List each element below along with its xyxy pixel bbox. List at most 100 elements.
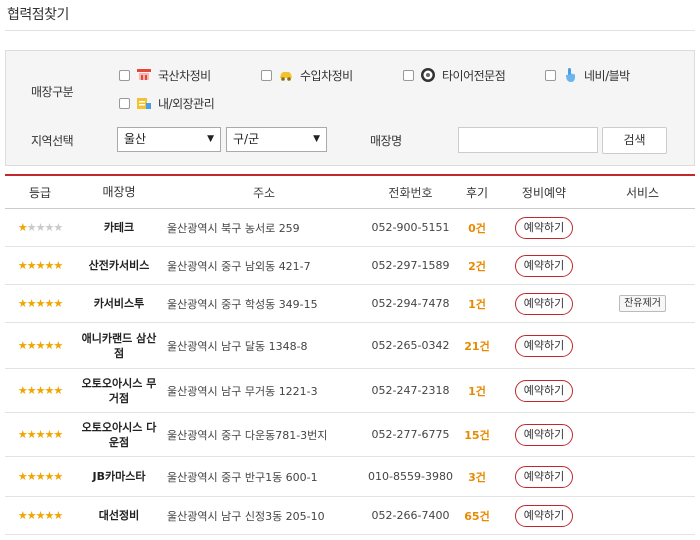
star-empty-icon: ★ [26,221,37,234]
store-phone: 052-266-7400 [371,509,450,522]
type-option-tire[interactable]: 타이어전문점 [403,66,506,84]
service-badge[interactable]: 잔유제거 [619,295,666,312]
checkbox[interactable] [261,69,272,81]
star-filled-icon: ★ [35,339,46,352]
rating-stars: ★ ★ ★ ★ ★ [5,509,75,522]
type-option-navi[interactable]: 네비/블박 [545,66,630,84]
reserve-button[interactable]: 예약하기 [515,334,573,357]
star-filled-icon: ★ [53,428,63,441]
review-count[interactable]: 3건 [456,469,498,485]
header-address: 주소 [252,185,276,200]
review-count[interactable]: 21건 [456,338,498,354]
tire-icon [420,67,436,83]
store-phone: 052-277-6775 [371,428,450,441]
store-name[interactable]: 산전카서비스 [75,258,163,273]
header-store-name: 매장명 [102,184,136,199]
store-name[interactable]: 대선정비 [75,508,163,523]
star-empty-icon: ★ [35,221,46,234]
review-count[interactable]: 2건 [456,258,498,274]
reserve-button[interactable]: 예약하기 [515,216,573,239]
store-address: 울산광역시 중구 다운동781-3번지 [167,428,328,442]
review-count[interactable]: 1건 [456,383,498,399]
star-filled-icon: ★ [53,470,63,483]
reserve-button[interactable]: 예약하기 [515,292,573,315]
rating-stars: ★ ★ ★ ★ ★ [5,470,75,483]
store-phone: 052-297-1589 [371,259,450,272]
table-row: ★ ★ ★ ★ ★ 대선정비 울산광역시 남구 신정3동 205-10 052-266-740… [5,497,695,535]
rating-stars: ★ ★ ★ ★ ★ [5,221,75,234]
reserve-button[interactable]: 예약하기 [515,465,573,488]
star-filled-icon: ★ [26,428,37,441]
reserve-button[interactable]: 예약하기 [515,423,573,446]
table-row: ★ ★ ★ ★ ★ 산전카서비스 울산광역시 중구 남외동 421-7 052-297-158… [5,247,695,285]
review-count[interactable]: 15건 [456,427,498,443]
store-name-label: 매장명 [370,134,402,148]
page-title: 협력점찾기 [7,7,69,23]
checkbox[interactable] [545,69,556,81]
reservation-cell: 예약하기 [498,292,590,315]
store-address: 울산광역시 남구 달동 1348-8 [167,339,308,353]
rating-stars: ★ ★ ★ ★ ★ [5,384,75,397]
review-count[interactable]: 1건 [456,296,498,312]
header-rating: 등급 [28,185,52,200]
star-filled-icon: ★ [53,384,63,397]
star-filled-icon: ★ [44,297,54,310]
interior-exterior-care-icon [136,95,152,111]
store-address: 울산광역시 남구 무거동 1221-3 [167,384,318,398]
store-phone: 052-247-2318 [371,384,450,397]
checkbox[interactable] [119,97,130,109]
reserve-button[interactable]: 예약하기 [515,504,573,527]
store-phone: 052-900-5151 [371,221,450,234]
star-empty-icon: ★ [44,221,54,234]
star-filled-icon: ★ [35,297,46,310]
checkbox[interactable] [119,69,130,81]
star-filled-icon: ★ [44,509,54,522]
star-filled-icon: ★ [17,221,28,234]
store-name[interactable]: 애니카랜드 삼산점 [75,331,163,361]
store-name-input[interactable] [458,127,598,153]
checkbox[interactable] [403,69,414,81]
star-filled-icon: ★ [44,384,54,397]
reservation-cell: 예약하기 [498,334,590,357]
type-option-care[interactable]: 내/외장관리 [119,94,215,112]
star-filled-icon: ★ [53,509,63,522]
reservation-cell: 예약하기 [498,423,590,446]
rating-stars: ★ ★ ★ ★ ★ [5,259,75,272]
store-name[interactable]: 카서비스투 [75,296,163,311]
store-type-label: 매장구분 [31,85,74,99]
store-phone: 052-294-7478 [371,297,450,310]
reservation-cell: 예약하기 [498,465,590,488]
table-row: ★ ★ ★ ★ ★ 카테크 울산광역시 북구 농서로 259 052-900-5151 0건 예약… [5,209,695,247]
store-name[interactable]: 카테크 [75,220,163,235]
store-table: 등급 매장명 주소 전화번호 후기 정비예약 서비스 ★ ★ ★ ★ ★ 카테크 울산광역시… [5,174,695,535]
star-filled-icon: ★ [26,297,37,310]
search-button[interactable]: 검색 [602,127,667,154]
reservation-cell: 예약하기 [498,254,590,277]
district-select[interactable]: 구/군 ▼ [226,127,327,152]
dropdown-arrow-icon: ▼ [313,134,320,144]
table-row: ★ ★ ★ ★ ★ 애니카랜드 삼산점 울산광역시 남구 달동 1348-8 052-265-… [5,323,695,369]
reserve-button[interactable]: 예약하기 [515,254,573,277]
reservation-cell: 예약하기 [498,216,590,239]
type-option-label: 타이어전문점 [442,68,506,83]
dropdown-arrow-icon: ▼ [207,134,214,144]
reserve-button[interactable]: 예약하기 [515,379,573,402]
type-option-domestic[interactable]: 국산차정비 [119,66,211,84]
city-select-value: 울산 [124,132,147,146]
city-select[interactable]: 울산 ▼ [117,127,221,152]
table-row: ★ ★ ★ ★ ★ 오토오아시스 무거점 울산광역시 남구 무거동 1221-3 052-24… [5,369,695,413]
store-name[interactable]: JB카마스타 [75,469,163,484]
review-count[interactable]: 65건 [456,508,498,524]
header-reviews: 후기 [465,185,489,200]
domestic-car-repair-icon [136,67,152,83]
star-filled-icon: ★ [26,384,37,397]
store-address: 울산광역시 중구 남외동 421-7 [167,259,311,273]
star-filled-icon: ★ [44,470,54,483]
table-body: ★ ★ ★ ★ ★ 카테크 울산광역시 북구 농서로 259 052-900-5151 0건 예약… [5,209,695,535]
header-service: 서비스 [625,185,660,200]
star-filled-icon: ★ [17,339,28,352]
type-option-imported[interactable]: 수입차정비 [261,66,353,84]
store-name[interactable]: 오토오아시스 무거점 [75,376,163,406]
review-count[interactable]: 0건 [456,220,498,236]
store-name[interactable]: 오토오아시스 다운점 [75,420,163,450]
